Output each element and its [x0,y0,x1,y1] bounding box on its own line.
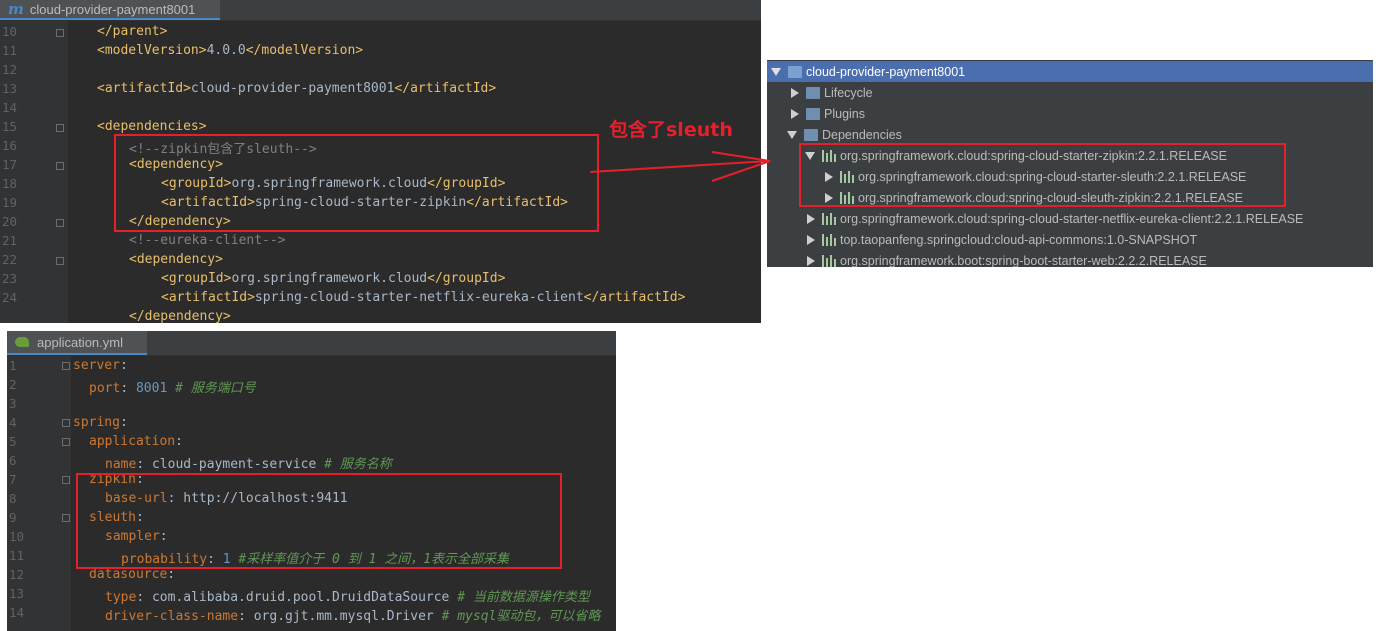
maven-zipkin-highlight [799,143,1286,207]
yml-zipkin-sleuth-highlight [76,473,562,569]
